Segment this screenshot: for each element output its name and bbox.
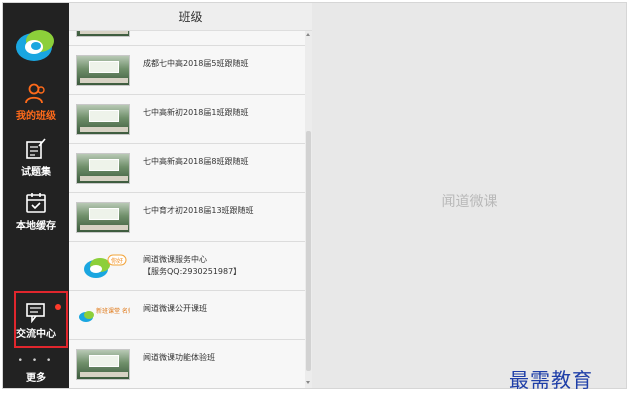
nav-my-class[interactable]: 我的班级 [3, 83, 69, 122]
sidebar: 我的班级 试题集 本地缓存 交流中心 • • • 更多 [3, 3, 69, 388]
class-row-1[interactable]: 七中高新初2018届1班跟随班 [69, 95, 305, 144]
class-row-3[interactable]: 七中育才初2018届13班跟随班 [69, 193, 305, 242]
nav-my-class-label: 我的班级 [16, 111, 56, 122]
scroll-down-icon[interactable] [306, 381, 310, 384]
scroll-thumb[interactable] [306, 131, 311, 371]
list-scrollbar[interactable] [305, 31, 312, 388]
panel-title: 班级 [69, 3, 312, 31]
nav-question-set[interactable]: 试题集 [3, 137, 69, 178]
app-logo-icon [16, 30, 54, 61]
class-name: 闻道微课功能体验班 [143, 353, 215, 362]
service-bubble-text: 你好 [111, 257, 123, 265]
nav-local-cache[interactable]: 本地缓存 [3, 191, 69, 232]
service-qq: 【服务QQ:2930251987】 [143, 267, 242, 276]
class-name: 闻道微课服务中心 [143, 255, 207, 264]
question-set-icon [26, 138, 46, 159]
class-name: 七中高新高2018届8班跟随班 [143, 157, 249, 166]
content-area: 闻道微课 [313, 3, 626, 388]
service-logo-icon: 你好 [84, 254, 127, 278]
open-class-thumb-text: 新班课堂 名师课堂 [96, 307, 130, 315]
open-class-logo-icon: 新班课堂 名师课堂 [79, 307, 130, 322]
class-thumbnail [76, 349, 130, 380]
class-row-0[interactable]: 成都七中高2018届5班跟随班 [69, 46, 305, 95]
class-row-partial[interactable] [69, 31, 305, 46]
class-name: 闻道微课公开课班 [143, 304, 207, 313]
nav-more-label: 更多 [26, 373, 46, 384]
class-name: 七中高新初2018届1班跟随班 [143, 108, 249, 117]
my-class-icon [25, 83, 45, 104]
chat-icon [26, 303, 45, 323]
class-name: 成都七中高2018届5班跟随班 [143, 59, 249, 68]
class-row-6[interactable]: 闻道微课功能体验班 [69, 340, 305, 388]
class-thumbnail [76, 104, 130, 135]
class-list: 成都七中高2018届5班跟随班 七中高新初2018届1班跟随班 七中高新高201… [69, 31, 305, 388]
class-thumbnail [76, 202, 130, 233]
class-row-2[interactable]: 七中高新高2018届8班跟随班 [69, 144, 305, 193]
watermark-text: 最需教育 [509, 368, 593, 392]
nav-more[interactable]: 更多 [3, 369, 69, 384]
local-cache-icon [26, 193, 46, 213]
class-thumbnail [76, 55, 130, 86]
nav-question-set-label: 试题集 [21, 167, 51, 178]
class-panel: 班级 成都七中高2018届5班跟随班 七中高新初2018届1班跟随班 七中高新高… [69, 3, 312, 388]
app-window: 我的班级 试题集 本地缓存 交流中心 • • • 更多 班级 成都七中高2018… [2, 2, 627, 389]
content-placeholder: 闻道微课 [441, 194, 498, 210]
class-row-4[interactable]: 你好 闻道微课服务中心 【服务QQ:2930251987】 [69, 242, 305, 291]
nav-chat-center-label: 交流中心 [16, 329, 56, 340]
more-dots-icon[interactable]: • • • [3, 356, 69, 366]
scroll-up-icon[interactable] [306, 33, 310, 36]
class-name: 七中育才初2018届13班跟随班 [143, 206, 254, 215]
class-thumbnail [76, 31, 130, 37]
nav-local-cache-label: 本地缓存 [16, 221, 56, 232]
notification-badge [55, 304, 61, 310]
class-thumbnail [76, 153, 130, 184]
class-row-5[interactable]: 新班课堂 名师课堂 闻道微课公开课班 [69, 291, 305, 340]
